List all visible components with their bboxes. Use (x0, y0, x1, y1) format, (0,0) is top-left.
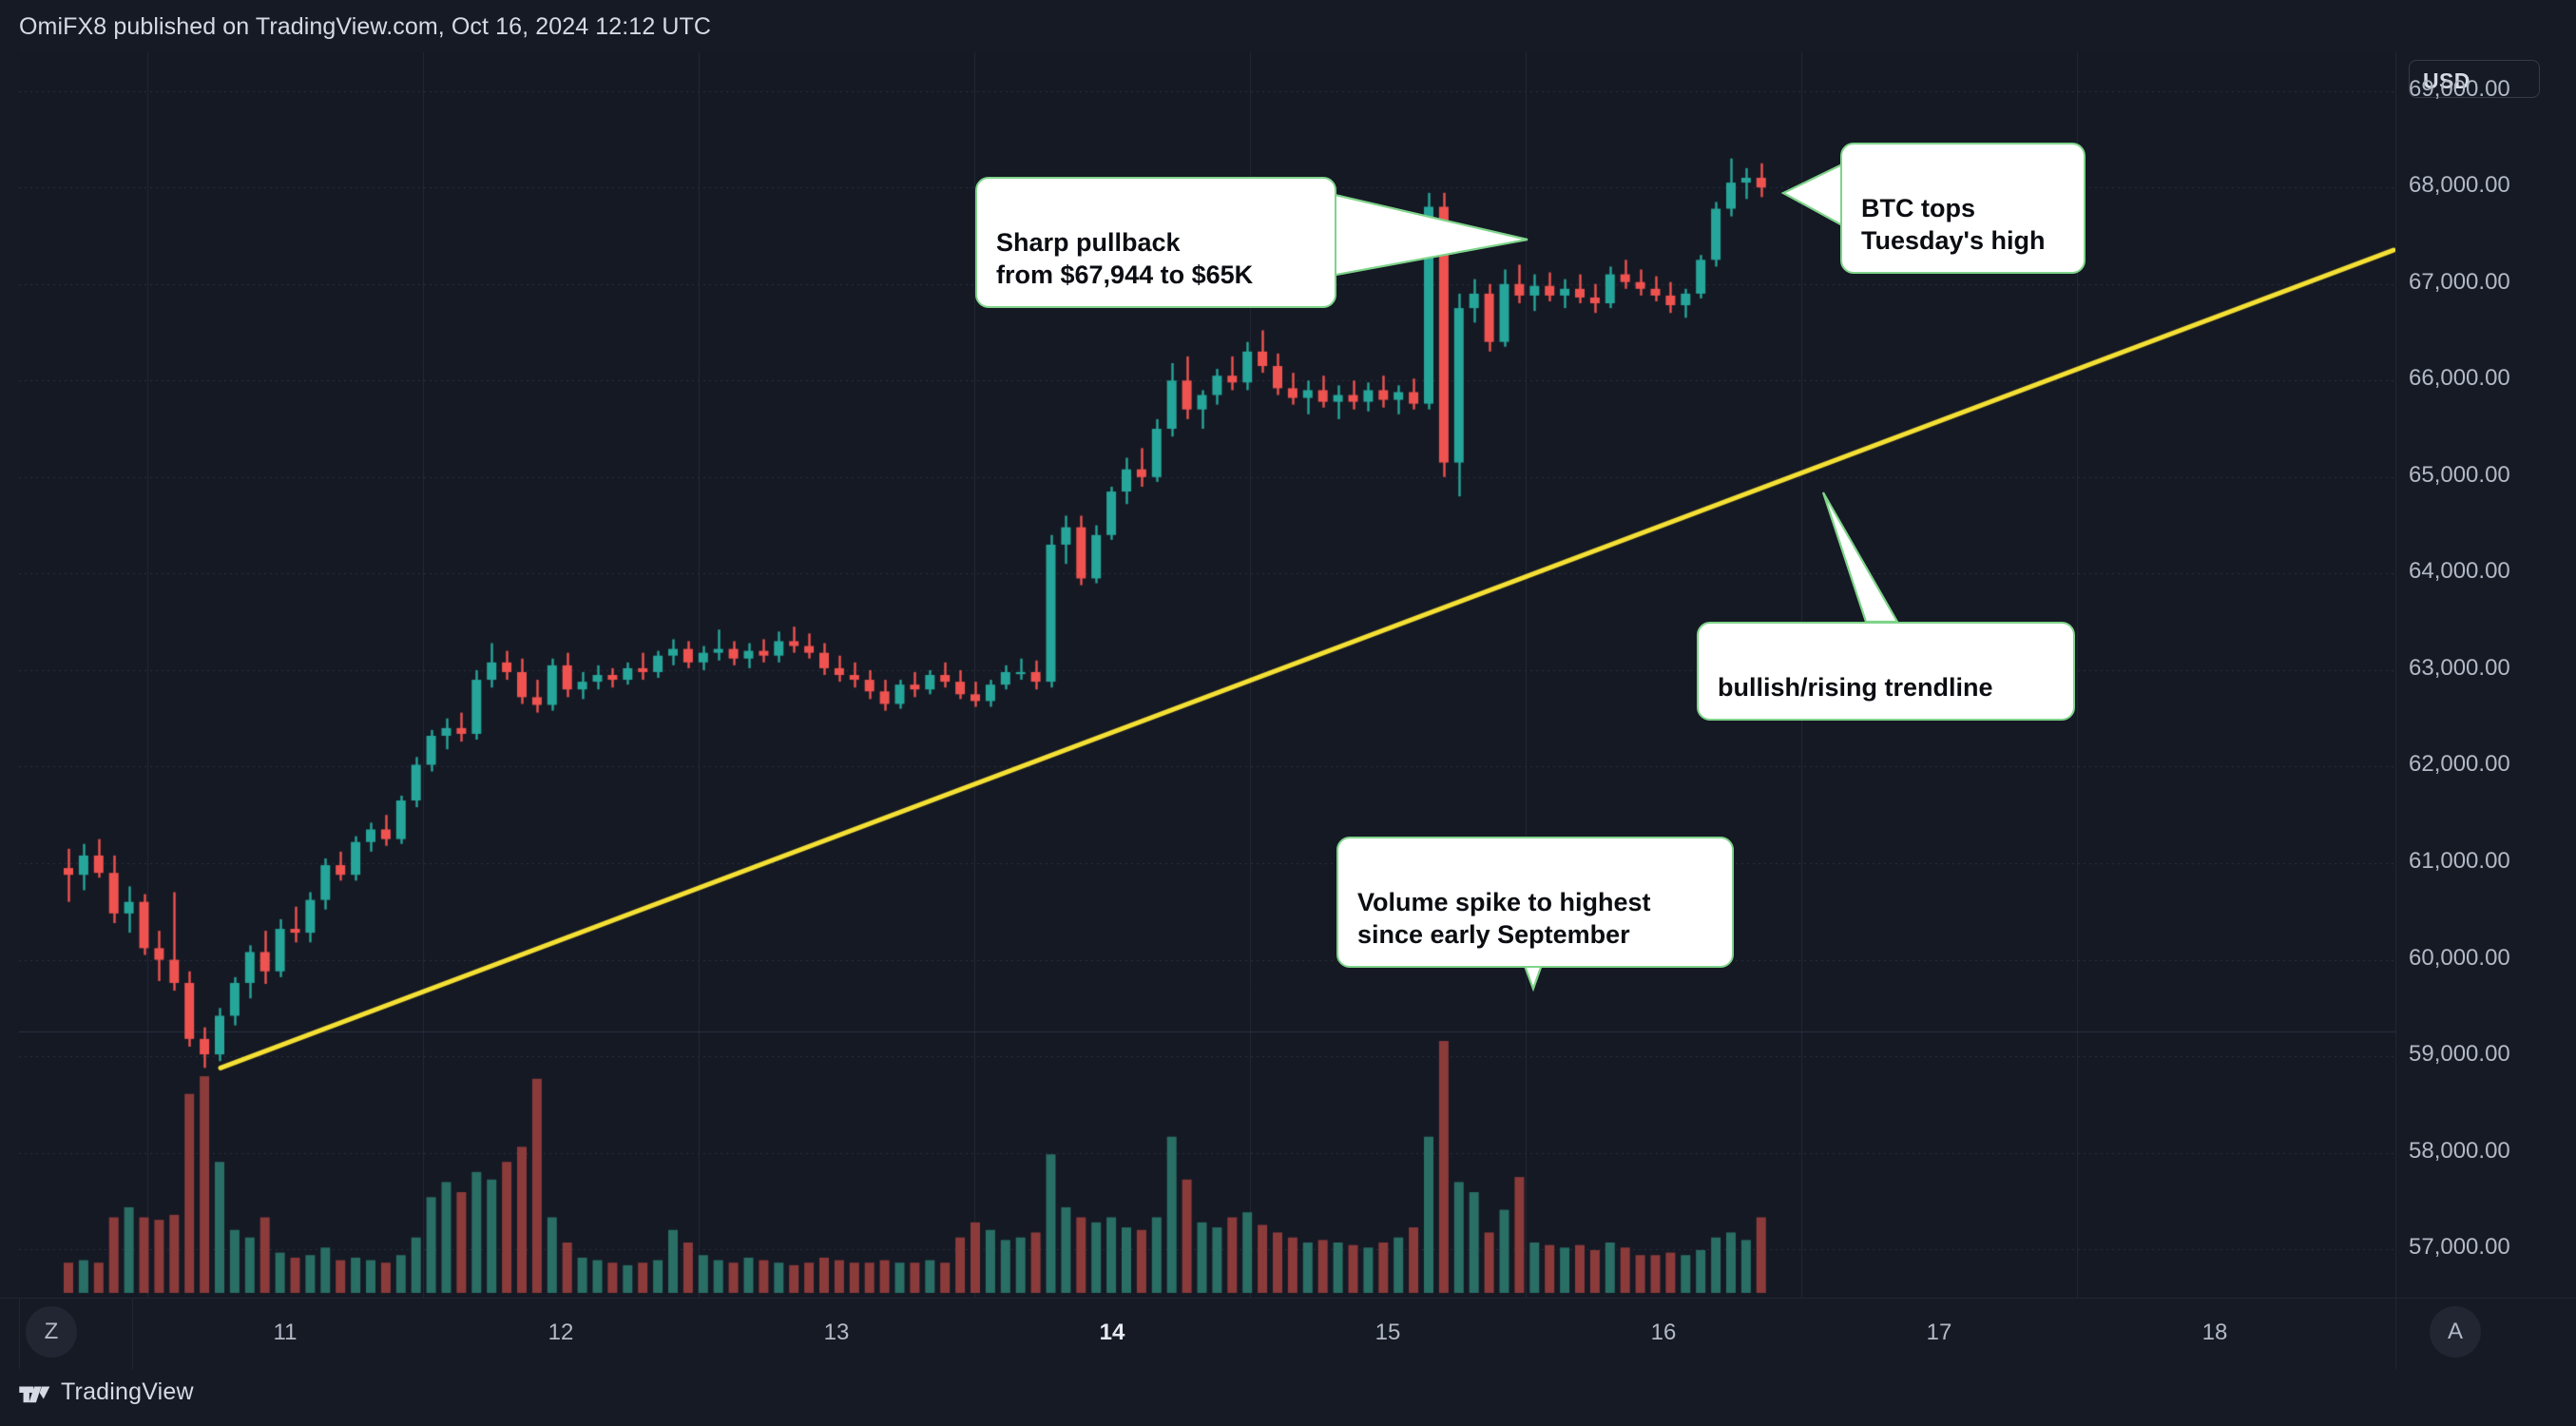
price-tick: 60,000.00 (2409, 944, 2510, 971)
time-axis-divider-inner (132, 1299, 133, 1370)
time-axis-divider-left (19, 1299, 20, 1370)
timezone-badge-left[interactable]: Z (26, 1306, 77, 1358)
time-tick: 18 (2201, 1320, 2228, 1345)
price-tick: 62,000.00 (2409, 751, 2510, 778)
tradingview-logo[interactable]: TradingView (19, 1378, 194, 1406)
time-axis[interactable]: Z A 11 12 13 14 15 16 17 18 (0, 1298, 2576, 1370)
price-tick: 57,000.00 (2409, 1234, 2510, 1261)
price-tick: 69,000.00 (2409, 75, 2510, 102)
candlestick-canvas (19, 52, 2395, 1298)
time-tick: 13 (823, 1320, 850, 1345)
time-tick: 17 (1926, 1320, 1952, 1345)
price-tick: 61,000.00 (2409, 848, 2510, 875)
time-tick: 14 (1099, 1320, 1125, 1345)
price-tick: 58,000.00 (2409, 1137, 2510, 1164)
chart-screenshot: OmiFX8 published on TradingView.com, Oct… (0, 0, 2576, 1426)
tradingview-logo-text: TradingView (61, 1378, 194, 1405)
time-tick: 15 (1375, 1320, 1401, 1345)
footer-bar: TradingView (0, 1369, 2576, 1426)
price-tick: 64,000.00 (2409, 558, 2510, 585)
price-tick: 67,000.00 (2409, 268, 2510, 295)
time-axis-divider-right (2395, 1299, 2396, 1370)
price-tick: 63,000.00 (2409, 654, 2510, 681)
time-tick: 16 (1650, 1320, 1677, 1345)
time-tick: 11 (273, 1320, 298, 1345)
price-tick: 65,000.00 (2409, 461, 2510, 488)
attribution-text: OmiFX8 published on TradingView.com, Oct… (19, 13, 712, 40)
attribution-bar: OmiFX8 published on TradingView.com, Oct… (0, 0, 2576, 52)
tradingview-logo-icon (19, 1386, 50, 1402)
price-tick: 68,000.00 (2409, 172, 2510, 199)
price-tick: 59,000.00 (2409, 1041, 2510, 1068)
chart-plot-area[interactable] (19, 52, 2395, 1298)
time-tick: 12 (548, 1320, 574, 1345)
price-axis[interactable]: USD 69,000.00 68,000.00 67,000.00 66,000.00… (2395, 52, 2576, 1298)
price-tick: 66,000.00 (2409, 365, 2510, 392)
timezone-badge-right[interactable]: A (2430, 1306, 2481, 1358)
